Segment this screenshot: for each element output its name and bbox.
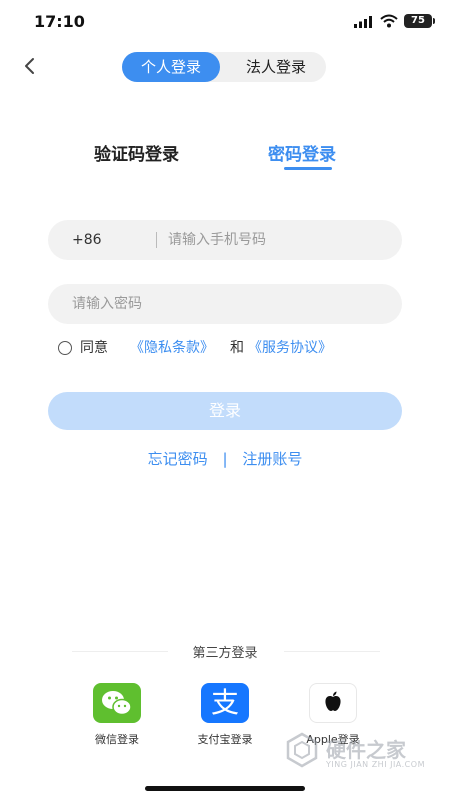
register-link[interactable]: 注册账号 [242, 450, 302, 468]
agree-radio[interactable] [58, 341, 72, 355]
tab-password-login[interactable]: 密码登录 [268, 140, 336, 165]
auxiliary-links: 忘记密码 | 注册账号 [0, 448, 450, 470]
watermark-text: 硬件之家 [326, 738, 406, 762]
divider-right [284, 651, 380, 652]
login-type-switch: 个人登录 法人登录 [122, 52, 326, 82]
home-indicator [145, 786, 305, 791]
watermark-subtext: YING JIAN ZHI JIA.COM [326, 760, 425, 769]
wechat-login-button[interactable]: 微信登录 [67, 683, 167, 747]
chevron-left-icon [25, 58, 34, 74]
code-divider [156, 232, 157, 248]
link-separator: | [222, 450, 228, 468]
service-agreement-link[interactable]: 《服务协议》 [248, 338, 332, 358]
tab-active-indicator [284, 167, 332, 170]
wifi-icon [380, 14, 398, 28]
agreement-and-text: 和 [230, 340, 244, 356]
phone-input[interactable] [168, 220, 388, 260]
login-button[interactable]: 登录 [48, 392, 402, 430]
password-input[interactable] [72, 284, 372, 324]
alipay-login-label: 支付宝登录 [197, 733, 253, 746]
wechat-icon [93, 683, 141, 723]
privacy-policy-link[interactable]: 《隐私条款》 [130, 338, 214, 358]
watermark-logo-icon [286, 732, 318, 768]
forgot-password-link[interactable]: 忘记密码 [148, 450, 208, 468]
tab-legal-login[interactable]: 法人登录 [226, 52, 326, 82]
password-field [48, 284, 402, 324]
alipay-icon: 支 [201, 683, 249, 723]
alipay-login-button[interactable]: 支 支付宝登录 [175, 683, 275, 747]
back-button[interactable] [18, 54, 42, 78]
phone-field: +86 [48, 220, 402, 260]
apple-icon [309, 683, 357, 723]
watermark: 硬件之家 YING JIAN ZHI JIA.COM [278, 728, 438, 778]
tab-sms-login[interactable]: 验证码登录 [94, 140, 179, 165]
country-code-selector[interactable]: +86 [72, 220, 102, 260]
wechat-login-label: 微信登录 [95, 733, 139, 746]
status-bar: 17:10 75 [0, 0, 450, 44]
agree-text: 同意 [80, 340, 108, 356]
signal-icon [354, 16, 372, 28]
third-party-title: 第三方登录 [192, 646, 258, 661]
status-time: 17:10 [34, 12, 85, 31]
tab-personal-login[interactable]: 个人登录 [122, 52, 220, 82]
battery-icon: 75 [404, 14, 435, 28]
